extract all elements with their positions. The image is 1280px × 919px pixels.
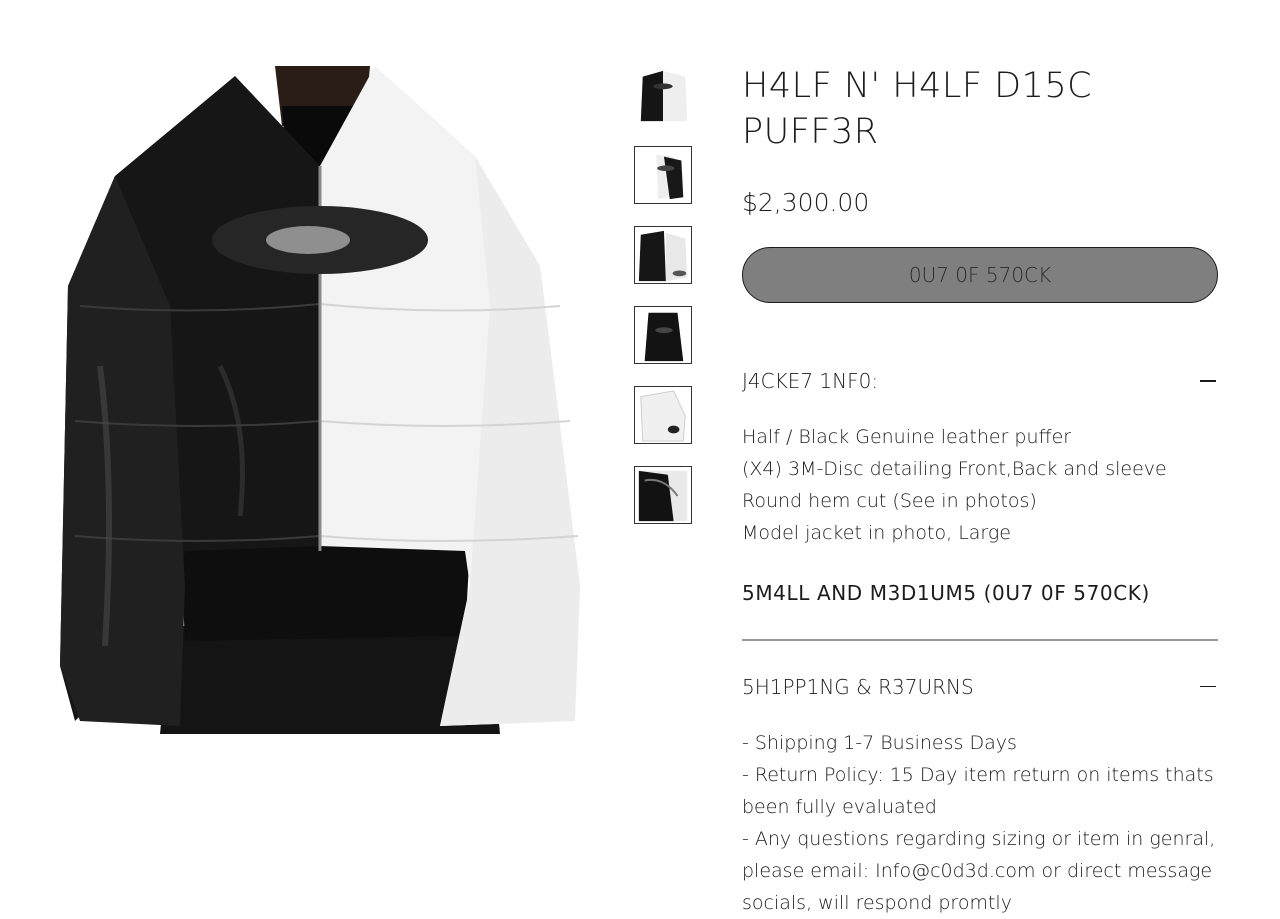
shipping-returns-text: - Shipping 1-7 Business Days - Return Po… <box>742 727 1218 919</box>
thumbnail-strip <box>634 66 696 546</box>
out-of-stock-button[interactable]: 0U7 0F 570CK <box>742 247 1218 303</box>
shipping-returns-toggle[interactable]: 5H1PP1NG & R37URNS <box>742 675 1218 699</box>
description-line: Half / Black Genuine leather puffer <box>742 426 1072 448</box>
thumbnail-5[interactable] <box>634 386 692 444</box>
description-line: Round hem cut (See in photos) <box>742 490 1037 512</box>
shipping-returns-heading: 5H1PP1NG & R37URNS <box>742 674 974 699</box>
jacket-info-description: Half / Black Genuine leather puffer (X4)… <box>742 421 1218 549</box>
thumbnail-3[interactable] <box>634 226 692 284</box>
product-info: H4LF N' H4LF D15C PUFF3R $2,300.00 0U7 0… <box>742 60 1218 919</box>
sizes-stock-note: 5M4LL AND M3D1UM5 (0U7 0F 570CK) <box>742 581 1150 605</box>
thumbnail-1[interactable] <box>634 66 692 124</box>
jacket-info-heading: J4CKE7 1NF0: <box>742 369 879 393</box>
thumbnail-4[interactable] <box>634 306 692 364</box>
jacket-info-toggle[interactable]: J4CKE7 1NF0: <box>742 369 1218 393</box>
shipping-line: - Return Policy: 15 Day item return on i… <box>742 763 1214 818</box>
product-price: $2,300.00 <box>742 188 870 217</box>
description-line: (X4) 3M-Disc detailing Front,Back and sl… <box>742 458 1167 480</box>
shipping-line: - Any questions regarding sizing or item… <box>742 827 1216 914</box>
product-title: H4LF N' H4LF D15C PUFF3R <box>742 66 1093 152</box>
product-main-image[interactable] <box>20 66 620 734</box>
minus-icon[interactable] <box>1200 685 1216 688</box>
minus-icon[interactable] <box>1200 380 1216 382</box>
thumbnail-6[interactable] <box>634 466 692 524</box>
description-line: Model jacket in photo, Large <box>742 522 1011 544</box>
thumbnail-2[interactable] <box>634 146 692 204</box>
section-divider <box>742 639 1218 641</box>
shipping-line: - Shipping 1-7 Business Days <box>742 731 1017 754</box>
